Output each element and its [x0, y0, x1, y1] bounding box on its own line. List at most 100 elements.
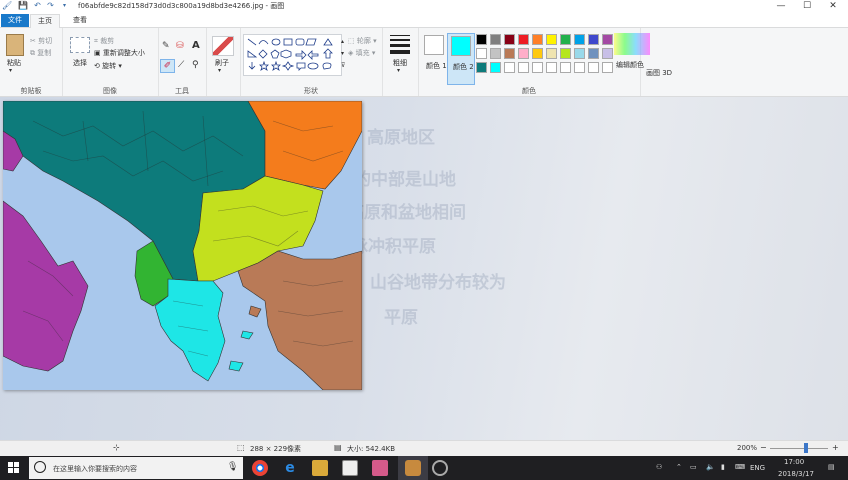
- shapes-gallery[interactable]: [243, 34, 342, 76]
- palette-swatch[interactable]: [560, 48, 571, 59]
- color-palette[interactable]: [476, 34, 616, 74]
- cut-button[interactable]: ✂ 剪切: [30, 36, 52, 46]
- volume-icon[interactable]: 🔈: [706, 463, 715, 471]
- line-size-icon[interactable]: [390, 35, 410, 54]
- close-button[interactable]: ✕: [820, 0, 846, 12]
- app-icon[interactable]: [372, 460, 388, 476]
- palette-swatch[interactable]: [476, 48, 487, 59]
- shapes-expand-icon[interactable]: ⊽: [341, 62, 345, 69]
- show-hidden-icons[interactable]: ⌃: [676, 463, 682, 471]
- pencil-icon[interactable]: ✎: [162, 41, 170, 51]
- clock-time[interactable]: 17:00: [784, 458, 804, 466]
- zoom-slider-thumb[interactable]: [804, 443, 808, 453]
- color2-button[interactable]: 颜色 2: [447, 33, 475, 85]
- redo-icon[interactable]: ↷: [46, 1, 55, 10]
- tab-home[interactable]: 主页: [30, 14, 60, 28]
- taskbar-search-box[interactable]: 在这里输入你要搜索的内容 🎙: [29, 457, 243, 479]
- chrome-icon[interactable]: [252, 460, 268, 476]
- size-dropdown-icon[interactable]: ▾: [397, 67, 400, 74]
- curve-shape-icon: [258, 40, 269, 45]
- palette-swatch[interactable]: [504, 62, 515, 73]
- media-app-icon[interactable]: [432, 460, 448, 476]
- paste-icon[interactable]: [6, 34, 24, 56]
- shapes-scroll-down-icon[interactable]: ▾: [341, 50, 344, 57]
- eraser-icon[interactable]: ✐: [160, 59, 175, 73]
- palette-swatch[interactable]: [588, 62, 599, 73]
- shapes-scroll-up-icon[interactable]: ▴: [341, 38, 344, 45]
- down-arrow-shape-icon: [248, 62, 256, 70]
- palette-swatch[interactable]: [518, 48, 529, 59]
- select-icon[interactable]: [70, 37, 90, 53]
- map-image[interactable]: [2, 100, 363, 391]
- palette-swatch[interactable]: [602, 48, 613, 59]
- minimize-button[interactable]: —: [768, 0, 794, 12]
- color-picker-icon[interactable]: ⟋: [178, 60, 184, 70]
- palette-swatch[interactable]: [560, 62, 571, 73]
- palette-swatch[interactable]: [504, 48, 515, 59]
- select-button[interactable]: 选择: [73, 58, 87, 68]
- windows-start-icon[interactable]: [8, 462, 20, 474]
- palette-swatch[interactable]: [602, 62, 613, 73]
- palette-swatch[interactable]: [490, 48, 501, 59]
- zoom-slider-track[interactable]: [770, 448, 828, 449]
- save-icon[interactable]: 💾: [18, 1, 28, 10]
- store-icon[interactable]: [342, 460, 358, 476]
- maximize-button[interactable]: ☐: [794, 0, 820, 12]
- file-explorer-icon[interactable]: [312, 460, 328, 476]
- edit-colors-icon[interactable]: [614, 33, 650, 55]
- palette-swatch[interactable]: [532, 34, 543, 45]
- palette-swatch[interactable]: [490, 34, 501, 45]
- people-icon[interactable]: ⚇: [656, 463, 662, 471]
- edge-icon[interactable]: e: [282, 460, 298, 476]
- fill-button[interactable]: ◈ 填充 ▾: [348, 48, 375, 58]
- rotate-button[interactable]: ⟲ 旋转 ▾: [94, 61, 122, 71]
- battery-icon[interactable]: ▮: [721, 463, 725, 471]
- microphone-icon[interactable]: 🎙: [227, 462, 238, 472]
- copy-button[interactable]: ⧉ 复制: [30, 48, 51, 58]
- palette-swatch[interactable]: [546, 34, 557, 45]
- palette-swatch[interactable]: [490, 62, 501, 73]
- color2-label: 颜色 2: [453, 63, 474, 71]
- tab-file[interactable]: 文件: [1, 14, 29, 27]
- paint3d-button[interactable]: 画图 3D: [646, 68, 672, 78]
- paste-dropdown-icon[interactable]: ▾: [9, 67, 12, 74]
- outline-button[interactable]: ⬚ 轮廓 ▾: [348, 36, 377, 46]
- palette-swatch[interactable]: [518, 34, 529, 45]
- palette-swatch[interactable]: [574, 62, 585, 73]
- paint-taskbar-button[interactable]: [398, 456, 428, 480]
- palette-swatch[interactable]: [476, 62, 487, 73]
- brushes-dropdown-icon[interactable]: ▾: [218, 67, 221, 74]
- color1-button[interactable]: 颜色 1: [422, 33, 447, 79]
- palette-swatch[interactable]: [588, 48, 599, 59]
- palette-swatch[interactable]: [546, 48, 557, 59]
- polygon-shape-icon: [305, 38, 317, 46]
- palette-swatch[interactable]: [504, 34, 515, 45]
- palette-swatch[interactable]: [574, 34, 585, 45]
- undo-icon[interactable]: ↶: [33, 1, 42, 10]
- zoom-in-button[interactable]: +: [832, 443, 839, 452]
- ime-icon[interactable]: ⌨: [735, 463, 745, 471]
- palette-swatch[interactable]: [560, 34, 571, 45]
- zoom-out-button[interactable]: −: [760, 443, 767, 452]
- fill-bucket-icon[interactable]: ⛁: [176, 41, 184, 51]
- palette-swatch[interactable]: [588, 34, 599, 45]
- palette-swatch[interactable]: [518, 62, 529, 73]
- brush-icon[interactable]: [212, 36, 234, 56]
- network-icon[interactable]: ▭: [690, 463, 697, 471]
- tab-view[interactable]: 查看: [66, 14, 94, 27]
- customize-toolbar-icon[interactable]: ▾: [60, 1, 69, 10]
- palette-swatch[interactable]: [602, 34, 613, 45]
- text-tool-icon[interactable]: A: [192, 40, 200, 51]
- clock-date[interactable]: 2018/3/17: [778, 470, 814, 478]
- magnifier-icon[interactable]: ⚲: [192, 60, 199, 70]
- notifications-icon[interactable]: ▤: [828, 463, 835, 471]
- edit-colors-button[interactable]: 编辑颜色: [616, 60, 644, 70]
- language-indicator[interactable]: ENG: [750, 464, 765, 472]
- crop-button[interactable]: ⌗ 裁剪: [94, 36, 114, 46]
- palette-swatch[interactable]: [574, 48, 585, 59]
- palette-swatch[interactable]: [532, 62, 543, 73]
- palette-swatch[interactable]: [532, 48, 543, 59]
- palette-swatch[interactable]: [546, 62, 557, 73]
- palette-swatch[interactable]: [476, 34, 487, 45]
- resize-button[interactable]: ▣ 重新调整大小: [94, 48, 145, 58]
